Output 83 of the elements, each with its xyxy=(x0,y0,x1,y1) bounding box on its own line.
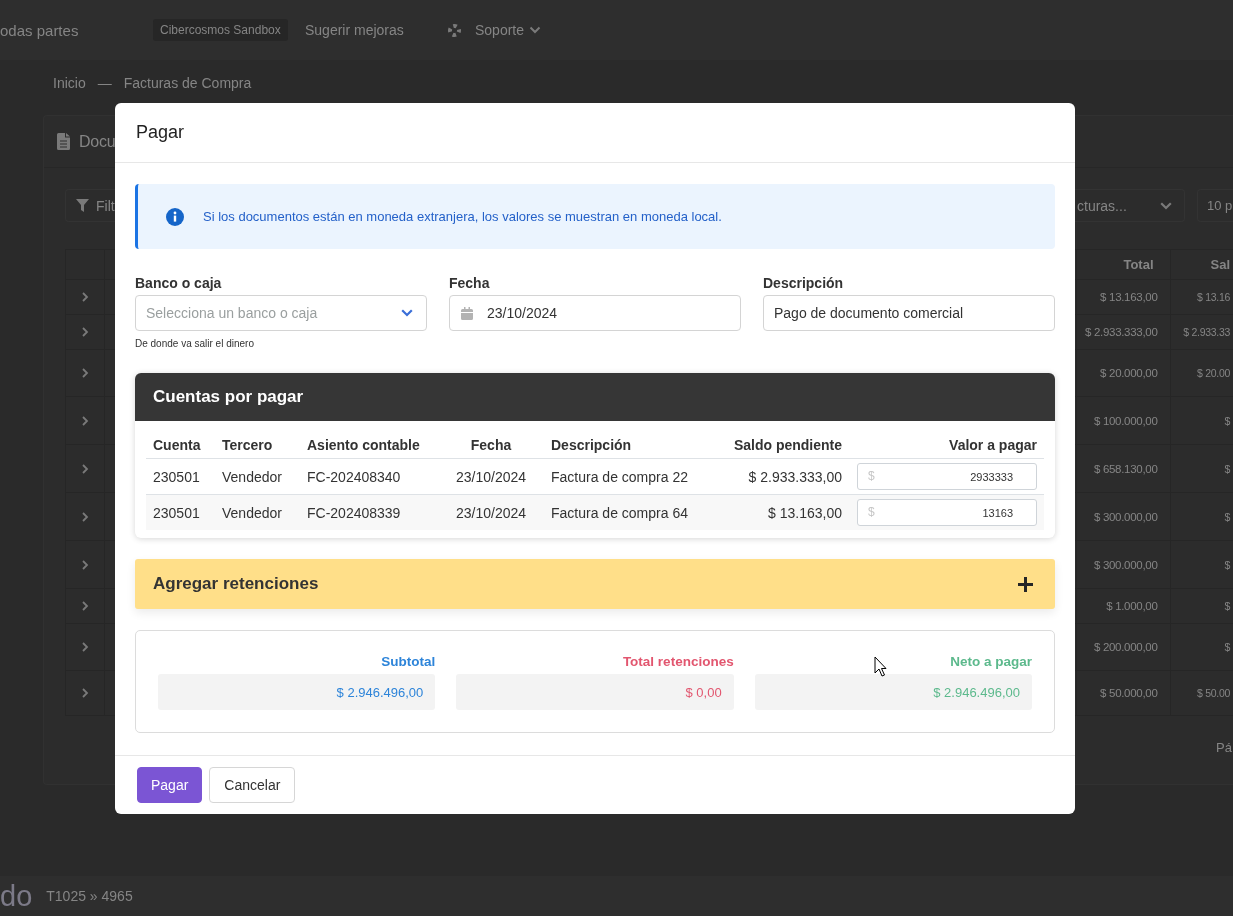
card-title: Cuentas por pagar xyxy=(153,387,304,407)
alert-text: Si los documentos están en moneda extranjera, los valores se muestran en moneda local. xyxy=(203,209,722,224)
field-label: Fecha xyxy=(449,275,490,291)
table-cell: $ 100.000,00 xyxy=(1076,396,1170,445)
table-cell: Factura de compra 64 xyxy=(544,494,700,530)
column-header: Sal xyxy=(1170,249,1233,280)
chevron-down-icon xyxy=(1160,201,1172,210)
chevron-right-icon[interactable] xyxy=(81,601,89,611)
column-header: Asiento contable xyxy=(300,431,438,459)
text-field[interactable]: Pago de documento comercial xyxy=(763,295,1055,331)
column-header: Fecha xyxy=(438,431,544,459)
column-header: Descripción xyxy=(544,431,700,459)
table-cell: $ 200.000,00 xyxy=(1076,623,1170,671)
table-cell: $ 2.933.333,00 xyxy=(1076,314,1170,350)
chevron-down-icon xyxy=(401,309,413,317)
environment-badge: Cibercosmos Sandbox xyxy=(153,19,288,41)
table-cell: $ 300.000,00 xyxy=(1076,540,1170,589)
table-cell: FC-202408339 xyxy=(300,494,438,530)
total-label: Subtotal xyxy=(381,654,436,670)
table-cell: $ 2.933.333,00 xyxy=(700,458,849,495)
table-cell: 23/10/2024 xyxy=(438,494,544,530)
mouse-pointer-icon xyxy=(874,656,887,677)
readonly-amount-field: $ 0,00 xyxy=(456,674,734,710)
record-path: T1025 » 4965 xyxy=(46,888,133,904)
table-cell: Vendedor xyxy=(215,458,300,495)
currency-symbol: $ xyxy=(868,469,875,483)
breadcrumb-current: Facturas de Compra xyxy=(123,75,252,91)
feedback-link[interactable]: Sugerir mejoras xyxy=(305,22,404,38)
breadcrumb-separator: — xyxy=(97,75,112,91)
scope-text: odas partes xyxy=(0,21,79,39)
table-cell: $ 300.000,00 xyxy=(1076,492,1170,541)
withholdings-toggle[interactable]: Agregar retenciones xyxy=(135,559,1055,609)
table-cell: $ 20.000,00 xyxy=(1076,349,1170,397)
column-header: Saldo pendiente xyxy=(700,431,849,459)
chevron-right-icon[interactable] xyxy=(81,463,89,474)
total-label: Total retenciones xyxy=(622,654,734,670)
panel-title: Docu xyxy=(79,132,116,151)
chevron-down-icon xyxy=(529,26,542,34)
currency-symbol: $ xyxy=(868,505,875,519)
field-label: Banco o caja xyxy=(135,275,222,291)
table-cell: 23/10/2024 xyxy=(438,458,544,495)
table-cell: $ 658.130,00 xyxy=(1076,444,1170,493)
info-icon xyxy=(166,207,184,226)
dropdown-field[interactable]: Selecciona un banco o caja xyxy=(135,295,427,331)
total-label: Neto a pagar xyxy=(950,654,1032,670)
page-heading: do xyxy=(0,881,33,911)
chevron-right-icon[interactable] xyxy=(81,559,89,570)
chevron-right-icon[interactable] xyxy=(81,368,89,378)
chevron-right-icon[interactable] xyxy=(81,511,89,522)
chevron-right-icon[interactable] xyxy=(81,327,89,337)
table-cell: Factura de compra 22 xyxy=(544,458,700,495)
document-icon xyxy=(57,133,70,150)
table-cell: $ 1.000,00 xyxy=(1076,588,1170,624)
readonly-amount-field: $ 2.946.496,00 xyxy=(158,674,436,710)
calendar-icon xyxy=(461,307,473,320)
readonly-amount-field: $ 2.946.496,00 xyxy=(754,674,1032,710)
dialog-title: Pagar xyxy=(136,122,185,143)
cancel-button[interactable]: Cancelar xyxy=(209,767,296,803)
date-field[interactable]: 23/10/2024 xyxy=(449,295,741,331)
table-cell: $ 13.163,00 xyxy=(1076,279,1170,315)
chevron-right-icon[interactable] xyxy=(81,688,89,698)
table-cell: 230501 xyxy=(146,494,215,530)
filter-icon xyxy=(76,199,89,212)
lifebuoy-icon xyxy=(448,23,461,37)
chevron-right-icon[interactable] xyxy=(81,292,89,302)
column-header: Total xyxy=(1076,249,1170,280)
field-label: Descripción xyxy=(763,275,844,291)
table-cell: $ 50.000,00 xyxy=(1076,670,1170,716)
chevron-right-icon[interactable] xyxy=(81,642,89,652)
table-cell: $ 13.163,00 xyxy=(700,494,849,530)
table-cell: Vendedor xyxy=(215,494,300,530)
column-header: Tercero xyxy=(215,431,300,459)
column-header: Valor a pagar xyxy=(849,431,1044,459)
page-size-select[interactable]: 10 p xyxy=(1197,189,1233,222)
submit-button[interactable]: Pagar xyxy=(137,767,203,803)
column-header: Cuenta xyxy=(146,431,215,459)
table-cell: 230501 xyxy=(146,458,215,495)
help-text: De donde va salir el dinero xyxy=(135,338,254,350)
breadcrumb-link[interactable]: Inicio xyxy=(53,75,86,91)
chevron-right-icon[interactable] xyxy=(81,415,89,426)
table-cell: FC-202408340 xyxy=(300,458,438,495)
pagination-text: Pá xyxy=(1216,740,1232,755)
support-menu[interactable]: Soporte xyxy=(475,22,542,38)
